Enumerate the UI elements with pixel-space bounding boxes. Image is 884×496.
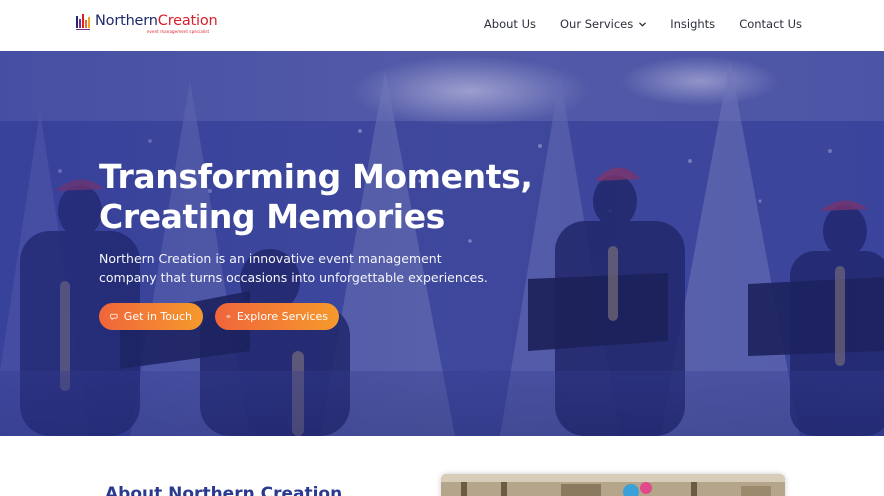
logo-mark-icon <box>76 14 90 30</box>
chat-icon <box>110 313 118 320</box>
get-in-touch-label: Get in Touch <box>123 310 192 323</box>
about-image-graphic <box>441 474 785 496</box>
hero-subtitle-line2: company that turns occasions into unforg… <box>99 269 488 285</box>
about-section-title: About Northern Creation <box>105 484 343 496</box>
logo-name: NorthernCreation <box>95 13 218 30</box>
hero-subtitle-line1: Northern Creation is an innovative event… <box>99 251 442 266</box>
logo[interactable]: NorthernCreation event management specia… <box>76 13 218 37</box>
explore-services-label: Explore Services <box>236 310 328 323</box>
explore-services-button[interactable]: Explore Services <box>215 303 339 330</box>
hero-overlay <box>0 51 884 436</box>
eye-icon <box>226 315 231 318</box>
nav-item-label: Insights <box>670 17 716 31</box>
hero-title: Transforming Moments, Creating Memories <box>99 157 559 237</box>
nav-item-label: About Us <box>483 17 536 31</box>
logo-tagline: event management specialist <box>147 29 210 34</box>
get-in-touch-button[interactable]: Get in Touch <box>99 303 203 330</box>
main-nav: About Us Our Services Insights Contact U… <box>484 17 802 31</box>
nav-item-label: Contact Us <box>739 17 802 31</box>
logo-name-part1: Northern <box>95 13 158 29</box>
nav-item-label: Our Services <box>560 17 634 31</box>
about-image <box>441 474 785 496</box>
hero-title-line2: Creating Memories <box>99 197 445 236</box>
nav-item-our-services[interactable]: Our Services <box>560 17 646 31</box>
logo-name-part2: Creation <box>157 13 218 29</box>
nav-item-about-us[interactable]: About Us <box>484 17 536 31</box>
nav-item-contact-us[interactable]: Contact Us <box>739 17 802 31</box>
nav-item-insights[interactable]: Insights <box>670 17 715 31</box>
hero-title-line1: Transforming Moments, <box>99 157 533 196</box>
hero-section: Transforming Moments, Creating Memories … <box>0 51 884 436</box>
site-header: NorthernCreation event management specia… <box>0 0 884 51</box>
hero-subtitle: Northern Creation is an innovative event… <box>99 250 489 287</box>
chevron-down-icon <box>639 22 646 26</box>
logo-text: NorthernCreation event management specia… <box>95 13 218 34</box>
